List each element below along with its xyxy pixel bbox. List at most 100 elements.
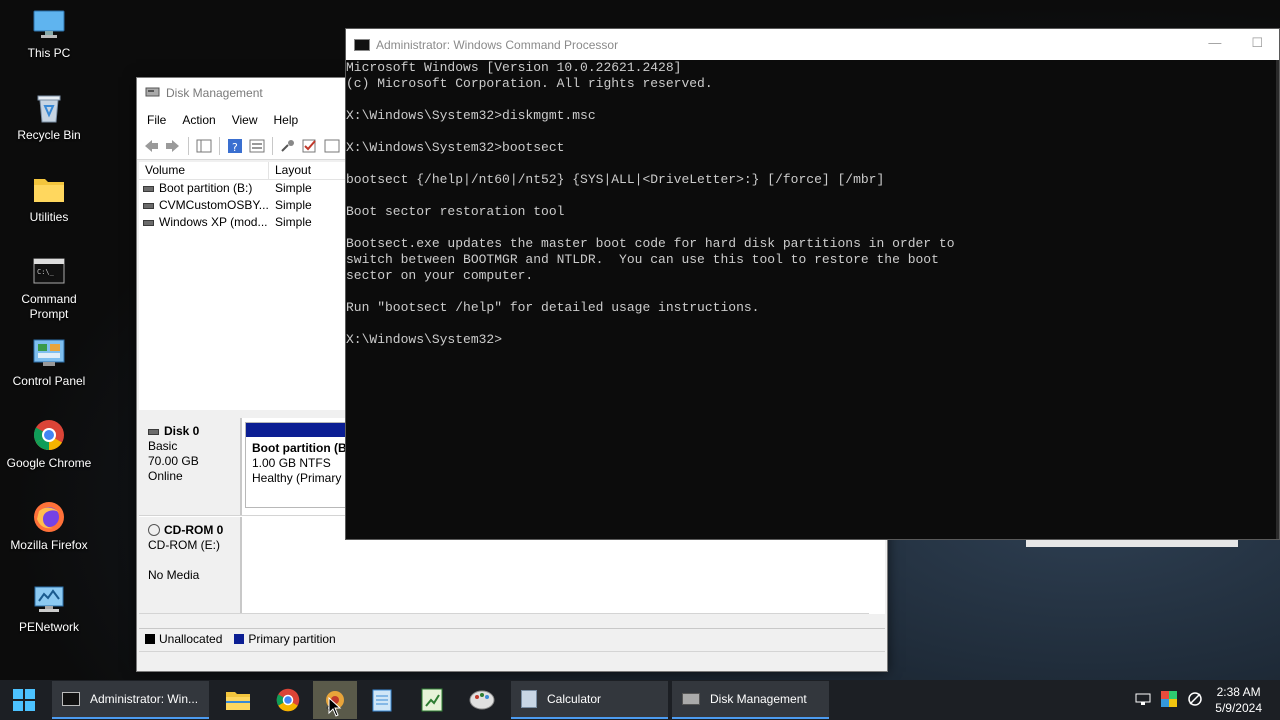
volume-name: Windows XP (mod... bbox=[159, 215, 268, 229]
svg-text:?: ? bbox=[232, 141, 238, 154]
paint-icon bbox=[469, 690, 495, 710]
back-arrow-icon[interactable] bbox=[141, 136, 161, 156]
taskbar-notepad[interactable] bbox=[357, 681, 407, 719]
clock-time: 2:38 AM bbox=[1216, 685, 1261, 699]
disk-type: Basic bbox=[148, 439, 178, 453]
clock-date: 5/9/2024 bbox=[1215, 701, 1262, 715]
network-icon bbox=[32, 582, 66, 616]
folder-icon bbox=[32, 172, 66, 206]
primary-partition-bar bbox=[246, 423, 354, 437]
volume-layout: Simple bbox=[275, 215, 312, 229]
help-icon[interactable]: ? bbox=[225, 136, 245, 156]
taskbar-spreadsheet[interactable] bbox=[407, 681, 457, 719]
desktop-icon-label: Recycle Bin bbox=[17, 128, 81, 142]
boot-partition-block[interactable]: Boot partition (B 1.00 GB NTFS Healthy (… bbox=[245, 422, 355, 508]
taskbar-item-cmd[interactable]: Administrator: Win... bbox=[52, 681, 209, 719]
legend-swatch-primary bbox=[234, 633, 245, 644]
disk-status: No Media bbox=[148, 568, 200, 582]
disk-type: CD-ROM (E:) bbox=[148, 538, 220, 552]
start-button[interactable] bbox=[0, 681, 48, 719]
spreadsheet-icon bbox=[421, 688, 443, 712]
file-explorer-icon bbox=[226, 692, 250, 710]
cmd-icon bbox=[62, 692, 80, 706]
disk-0-label[interactable]: Disk 0 Basic 70.00 GB Online bbox=[139, 418, 242, 515]
calculator-icon bbox=[521, 690, 537, 708]
desktop-icon-google-chrome[interactable]: Google Chrome bbox=[4, 418, 94, 471]
desktop-icon-recycle-bin[interactable]: Recycle Bin bbox=[4, 90, 94, 143]
menu-help[interactable]: Help bbox=[266, 113, 307, 127]
chrome-icon bbox=[32, 418, 66, 452]
partition-health: Healthy (Primary P bbox=[252, 471, 353, 485]
menu-view[interactable]: View bbox=[224, 113, 266, 127]
cmd-titlebar[interactable]: Administrator: Windows Command Processor… bbox=[346, 29, 1279, 60]
taskbar-chrome[interactable] bbox=[263, 681, 313, 719]
taskbar-paint[interactable] bbox=[457, 681, 507, 719]
desktop-icon-label: Command Prompt bbox=[21, 292, 77, 321]
volume-name: Boot partition (B:) bbox=[159, 181, 253, 195]
taskbar-file-explorer[interactable] bbox=[213, 681, 263, 719]
scrollbar[interactable] bbox=[1276, 60, 1279, 539]
legend-item: Unallocated bbox=[145, 632, 222, 646]
toolbar-separator bbox=[188, 136, 189, 155]
notepad-icon bbox=[372, 689, 392, 712]
legend-label: Unallocated bbox=[159, 631, 223, 646]
command-prompt-window[interactable]: Administrator: Windows Command Processor… bbox=[345, 28, 1280, 540]
desktop-icon-label: Mozilla Firefox bbox=[10, 538, 88, 552]
status-bar bbox=[139, 651, 885, 671]
connect-icon[interactable] bbox=[278, 136, 298, 156]
drive-icon bbox=[143, 202, 154, 209]
cdrom-0-label[interactable]: CD-ROM 0 CD-ROM (E:) No Media bbox=[139, 517, 242, 613]
drive-icon bbox=[143, 185, 154, 192]
disk-icon bbox=[148, 429, 159, 435]
menu-file[interactable]: File bbox=[139, 113, 174, 127]
cdrom-icon bbox=[148, 524, 160, 536]
desktop-icon-utilities[interactable]: Utilities bbox=[4, 172, 94, 225]
disk-status: Online bbox=[148, 469, 183, 483]
color-tray-icon[interactable] bbox=[1161, 690, 1178, 710]
maximize-icon[interactable]: ☐ bbox=[1251, 35, 1263, 51]
mouse-cursor-icon bbox=[328, 697, 342, 717]
taskbar-item-disk-management[interactable]: Disk Management bbox=[672, 681, 829, 719]
volume-layout: Simple bbox=[275, 181, 312, 195]
desktop-icon-label: Control Panel bbox=[12, 374, 86, 388]
monitor-icon bbox=[32, 8, 66, 42]
taskbar-item-label: Administrator: Win... bbox=[90, 692, 199, 706]
clock[interactable]: 2:38 AM 5/9/2024 bbox=[1215, 684, 1262, 716]
window-edge bbox=[1026, 540, 1238, 547]
legend-item: Primary partition bbox=[234, 631, 336, 646]
taskbar: Administrator: Win... Calculator Disk Ma… bbox=[0, 680, 1280, 720]
minimize-icon[interactable]: — bbox=[1208, 35, 1221, 51]
system-tray: 2:38 AM 5/9/2024 bbox=[1135, 680, 1280, 720]
show-hide-tree-icon[interactable] bbox=[194, 136, 214, 156]
drive-icon bbox=[143, 219, 154, 226]
desktop-icon-label: Google Chrome bbox=[6, 456, 92, 470]
desktop-icon-control-panel[interactable]: Control Panel bbox=[4, 336, 94, 389]
column-header-layout[interactable]: Layout bbox=[269, 162, 349, 179]
check-icon[interactable] bbox=[300, 136, 320, 156]
disk-name: CD-ROM 0 bbox=[164, 523, 224, 537]
desktop-icon-command-prompt[interactable]: C:\_ Command Prompt bbox=[4, 254, 94, 322]
volume-layout: Simple bbox=[275, 198, 312, 212]
taskbar-item-calculator[interactable]: Calculator bbox=[511, 681, 668, 719]
properties-icon[interactable] bbox=[247, 136, 267, 156]
network-disconnected-icon[interactable] bbox=[1187, 691, 1205, 710]
volume-name: CVMCustomOSBY... bbox=[159, 198, 269, 212]
toolbar-separator bbox=[219, 136, 220, 155]
desktop-icon-penetwork[interactable]: PENetwork bbox=[4, 582, 94, 635]
partition-name: Boot partition (B bbox=[252, 441, 347, 455]
chrome-icon bbox=[276, 688, 300, 712]
console-output[interactable]: Microsoft Windows [Version 10.0.22621.24… bbox=[346, 60, 1279, 348]
control-panel-icon bbox=[32, 336, 66, 370]
windows-logo-icon bbox=[13, 689, 35, 711]
menu-action[interactable]: Action bbox=[174, 113, 223, 127]
desktop: This PC Recycle Bin Utilities C:\_ Comma… bbox=[0, 0, 1280, 680]
desktop-icon-this-pc[interactable]: This PC bbox=[4, 8, 94, 61]
view-icon[interactable] bbox=[322, 136, 342, 156]
forward-arrow-icon[interactable] bbox=[163, 136, 183, 156]
legend-swatch-unallocated bbox=[145, 633, 155, 644]
column-header-volume[interactable]: Volume bbox=[139, 162, 269, 179]
desktop-icon-mozilla-firefox[interactable]: Mozilla Firefox bbox=[4, 500, 94, 553]
network-tray-icon[interactable] bbox=[1135, 692, 1151, 709]
legend-label: Primary partition bbox=[248, 631, 336, 646]
partition-fs: 1.00 GB NTFS bbox=[252, 456, 331, 470]
